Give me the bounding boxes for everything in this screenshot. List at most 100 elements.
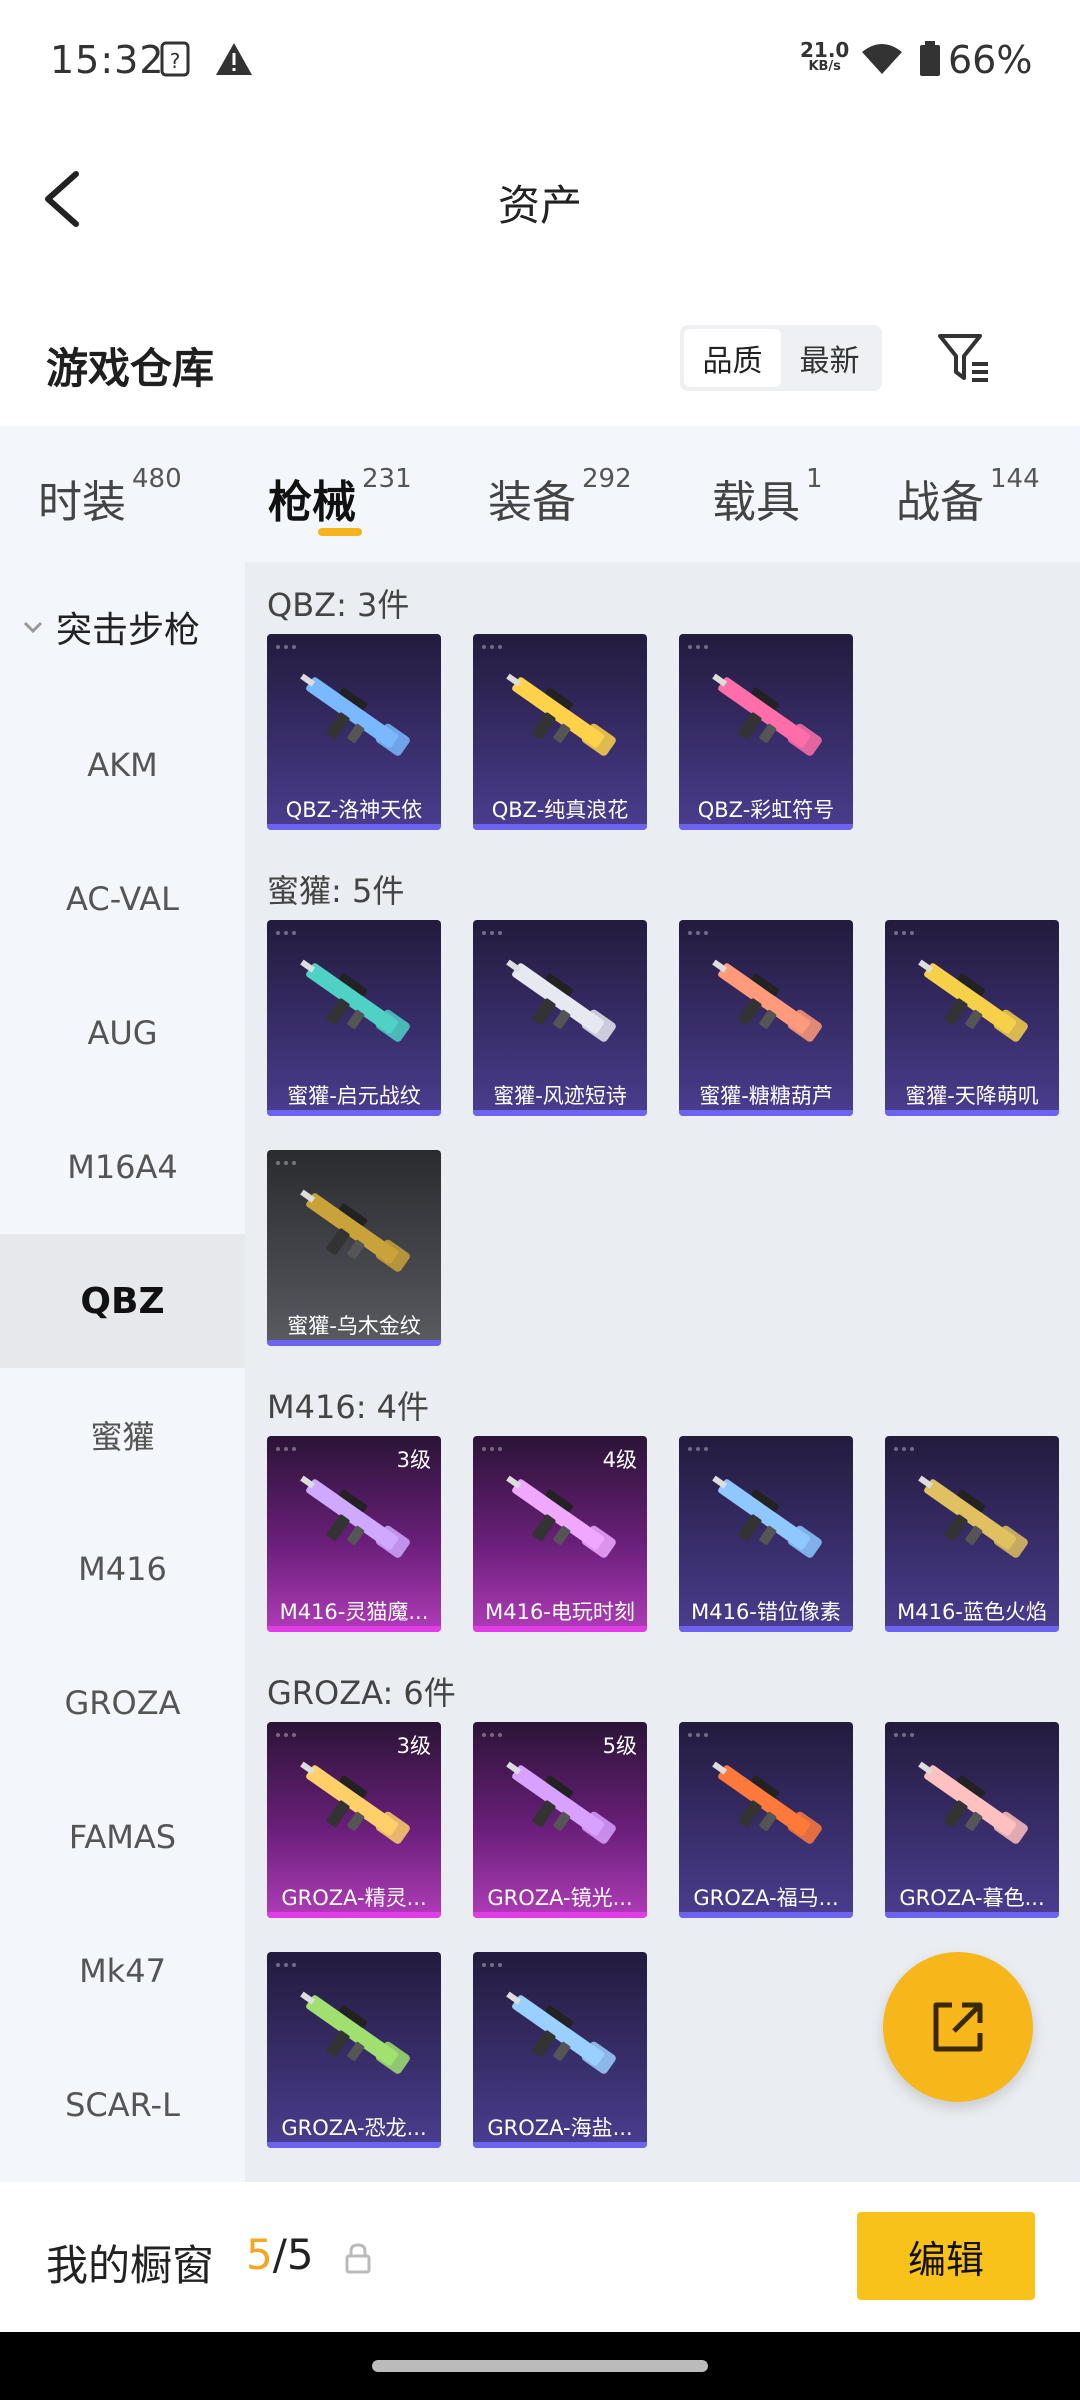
chevron-down-icon [23, 621, 43, 634]
skin-card[interactable]: 3级 M416-灵猫魔... [267, 1436, 441, 1632]
rarity-bar [267, 1110, 441, 1116]
sidebar-item-groza[interactable]: GROZA [0, 1636, 245, 1770]
sidebar-item-mk47[interactable]: Mk47 [0, 1904, 245, 2038]
tab-label: 装备 [488, 477, 576, 528]
skin-name: GROZA-恐龙... [281, 2116, 427, 2140]
skin-card[interactable]: 5级 GROZA-镜光... [473, 1722, 647, 1918]
tab-label: 时装 [38, 477, 126, 528]
card-pattern-icon [276, 1733, 296, 1737]
sidebar-item-qbz[interactable]: QBZ [0, 1234, 245, 1368]
rarity-bar [267, 1912, 441, 1918]
rifle-icon [506, 1475, 616, 1558]
rarity-bar [267, 824, 441, 830]
page: 15:32 ? 21.0 KB/s 66% 资产 游戏仓库 品质 最新 时装 4… [0, 0, 1080, 2400]
status-time: 15:32 [50, 38, 165, 82]
tab-label: 战备 [896, 477, 984, 528]
skin-card[interactable]: QBZ-纯真浪花 [473, 634, 647, 830]
warning-icon [216, 43, 252, 75]
rifle-icon [300, 959, 410, 1042]
sidebar-item-honey-badger[interactable]: 蜜獾 [0, 1368, 245, 1502]
share-button[interactable] [883, 1952, 1033, 2102]
filter-icon[interactable] [934, 328, 994, 388]
skin-card[interactable]: GROZA-暮色... [885, 1722, 1059, 1918]
skin-name: GROZA-暮色... [899, 1886, 1045, 1910]
skin-card[interactable]: 3级 GROZA-精灵... [267, 1722, 441, 1918]
rarity-bar [679, 824, 853, 830]
skin-name: GROZA-精灵... [281, 1886, 427, 1910]
share-icon [933, 2002, 983, 2052]
skin-card[interactable]: 蜜獾-乌木金纹 [267, 1150, 441, 1346]
tab-fashion[interactable]: 时装 480 [38, 464, 182, 530]
skin-card[interactable]: QBZ-彩虹符号 [679, 634, 853, 830]
sort-newest-option[interactable]: 最新 [781, 329, 878, 387]
rarity-bar [267, 1340, 441, 1346]
skin-name: M416-蓝色火焰 [897, 1600, 1047, 1624]
edit-button[interactable]: 编辑 [857, 2212, 1035, 2300]
tab-supplies[interactable]: 战备 144 [896, 464, 1040, 530]
card-pattern-icon [482, 1447, 502, 1451]
card-pattern-icon [894, 1447, 914, 1451]
sort-quality-option[interactable]: 品质 [684, 329, 781, 387]
skin-card[interactable]: 蜜獾-糖糖葫芦 [679, 920, 853, 1116]
card-pattern-icon [276, 1963, 296, 1967]
rarity-bar [267, 2142, 441, 2148]
tab-firearms[interactable]: 枪械 231 [268, 464, 412, 530]
skin-card[interactable]: M416-错位像素 [679, 1436, 853, 1632]
sidebar-group-assault-rifles[interactable]: 突击步枪 [0, 592, 245, 662]
skin-card[interactable]: GROZA-福马... [679, 1722, 853, 1918]
showcase-label: 我的橱窗 [46, 2241, 215, 2290]
rifle-icon [712, 959, 822, 1042]
network-speed: 21.0 KB/s [800, 38, 850, 74]
rarity-bar [473, 824, 647, 830]
tab-count: 144 [990, 464, 1040, 494]
rifle-icon [918, 959, 1028, 1042]
skin-card[interactable]: GROZA-海盐... [473, 1952, 647, 2148]
skin-card[interactable]: GROZA-恐龙... [267, 1952, 441, 2148]
card-pattern-icon [482, 1963, 502, 1967]
tab-equipment[interactable]: 装备 292 [488, 464, 632, 530]
rarity-bar [885, 1626, 1059, 1632]
rarity-bar [679, 1912, 853, 1918]
card-pattern-icon [276, 1447, 296, 1451]
tab-count: 231 [362, 464, 412, 494]
weapon-sidebar: 突击步枪 AKM AC-VAL AUG M16A4 QBZ 蜜獾 M416 GR… [0, 562, 245, 2182]
sidebar-item-famas[interactable]: FAMAS [0, 1770, 245, 1904]
sidebar-item-akm[interactable]: AKM [0, 698, 245, 832]
card-pattern-icon [276, 1161, 296, 1165]
skin-name: 蜜獾-糖糖葫芦 [699, 1084, 833, 1108]
card-pattern-icon [482, 931, 502, 935]
rifle-icon [918, 1475, 1028, 1558]
lock-icon [345, 2243, 371, 2274]
skin-card[interactable]: QBZ-洛神天依 [267, 634, 441, 830]
card-pattern-icon [688, 1733, 708, 1737]
showcase-total: /5 [272, 2230, 314, 2279]
home-gesture-pill[interactable] [372, 2360, 708, 2372]
card-pattern-icon [894, 931, 914, 935]
sidebar-item-aug[interactable]: AUG [0, 966, 245, 1100]
skin-card[interactable]: 蜜獾-天降萌叽 [885, 920, 1059, 1116]
sidebar-item-ac-val[interactable]: AC-VAL [0, 832, 245, 966]
group-title-groza: GROZA: 6件 [267, 1674, 456, 1712]
skin-card[interactable]: 蜜獾-启元战纹 [267, 920, 441, 1116]
rifle-icon [300, 1761, 410, 1844]
rarity-bar [679, 1626, 853, 1632]
skin-card[interactable]: 蜜獾-风迹短诗 [473, 920, 647, 1116]
rifle-icon [506, 673, 616, 756]
skin-card[interactable]: 4级 M416-电玩时刻 [473, 1436, 647, 1632]
tab-vehicles[interactable]: 载具 1 [712, 464, 823, 530]
skin-level-badge: 3级 [396, 1448, 431, 1472]
skin-card[interactable]: M416-蓝色火焰 [885, 1436, 1059, 1632]
tab-label: 载具 [712, 477, 800, 528]
rarity-bar [267, 1626, 441, 1632]
card-pattern-icon [276, 931, 296, 935]
active-tab-indicator [318, 528, 362, 536]
skin-name: 蜜獾-乌木金纹 [287, 1314, 421, 1338]
sidebar-item-m416[interactable]: M416 [0, 1502, 245, 1636]
status-bar: 15:32 ? 21.0 KB/s 66% [0, 0, 1080, 124]
showcase-count: 5/5 [246, 2230, 314, 2279]
sidebar-item-scar-l[interactable]: SCAR-L [0, 2038, 245, 2172]
rifle-icon [506, 959, 616, 1042]
skin-name: 蜜獾-风迹短诗 [493, 1084, 627, 1108]
sidebar-item-m16a4[interactable]: M16A4 [0, 1100, 245, 1234]
battery-icon [920, 41, 940, 76]
